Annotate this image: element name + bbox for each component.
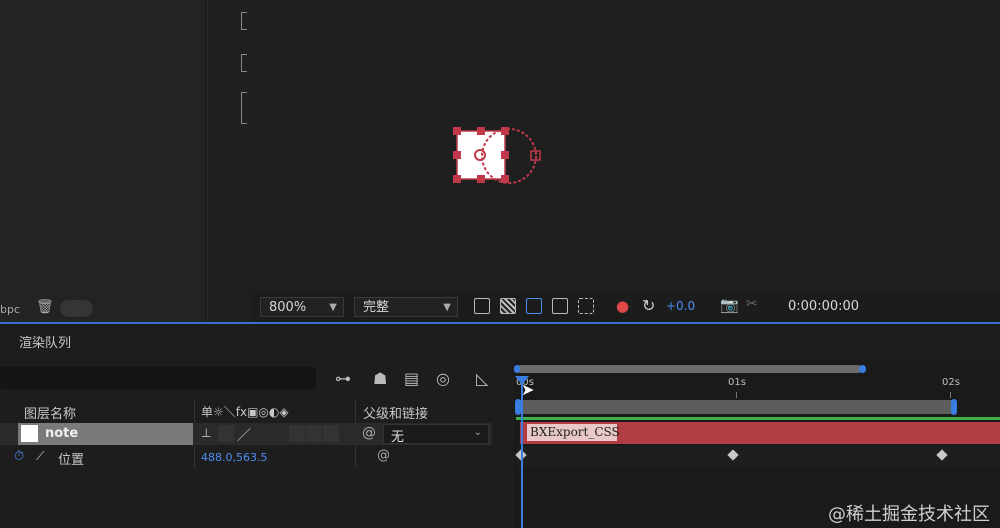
shy-layers-icon[interactable]: ☗: [373, 369, 387, 388]
layer-transform-gizmo[interactable]: [252, 0, 1000, 290]
panel-toggle[interactable]: [60, 300, 93, 317]
layer-color-swatch[interactable]: [21, 425, 38, 442]
resolution-value: 完整: [363, 300, 390, 315]
reset-exposure-icon[interactable]: ↻: [642, 296, 655, 315]
chevron-down-icon: ▼: [329, 302, 337, 313]
quality-switch-icon[interactable]: ／: [237, 425, 251, 445]
mouse-cursor-icon: ➤: [521, 380, 535, 399]
composition-viewer[interactable]: [252, 0, 1000, 290]
layer-name[interactable]: note: [45, 426, 78, 441]
transparency-grid-icon[interactable]: [500, 298, 516, 314]
ruler-label: 02s: [942, 377, 960, 388]
timecode-value: 0:00:00:00: [788, 299, 860, 314]
expression-pick-whip-icon[interactable]: @: [377, 448, 390, 463]
graph-icon[interactable]: ⟋: [36, 449, 44, 464]
fast-preview-icon[interactable]: [474, 298, 490, 314]
keyframe-row: [516, 446, 1000, 466]
property-name: 位置: [58, 453, 85, 468]
resolution-select[interactable]: 完整 ▼: [354, 297, 458, 317]
watermark: @稀土掘金技术社区: [828, 504, 990, 525]
position-value[interactable]: 488.0,563.5: [201, 451, 267, 464]
effect-switch[interactable]: [289, 425, 305, 442]
bit-depth-label[interactable]: bpc: [0, 303, 20, 316]
show-snapshot-icon[interactable]: ✂: [746, 296, 758, 312]
tab-render-queue[interactable]: 渲染队列: [19, 332, 71, 351]
comp-end-handle[interactable]: [951, 399, 957, 415]
bracket-icon: [241, 12, 247, 30]
trash-icon[interactable]: 🗑: [36, 299, 54, 315]
chevron-down-icon: ▼: [443, 302, 451, 313]
motion-blur-icon[interactable]: ◎: [436, 369, 450, 388]
bracket-icon: [241, 92, 247, 124]
timecode-display[interactable]: 0:00:00:00: [780, 297, 900, 317]
snapshot-icon[interactable]: 📷: [720, 296, 739, 314]
parent-column-header[interactable]: 父级和链接: [363, 403, 428, 422]
exposure-value[interactable]: +0.0: [666, 299, 695, 313]
effects-panel: [207, 0, 250, 322]
chevron-down-icon: ⌄: [473, 427, 482, 438]
zoom-select[interactable]: 800% ▼: [260, 297, 344, 317]
composition-flowchart-icon[interactable]: ⊶: [335, 369, 351, 388]
ruler-tick: [950, 392, 951, 398]
graph-editor-icon[interactable]: ◺: [476, 369, 488, 388]
collapse-switch[interactable]: [218, 425, 234, 442]
pick-whip-icon[interactable]: @: [362, 425, 376, 441]
ruler-label: 01s: [728, 377, 746, 388]
grid-guides-icon[interactable]: [578, 298, 594, 314]
composition-duration-bar[interactable]: [516, 400, 956, 414]
layer-search-input[interactable]: [0, 367, 316, 389]
parent-value: 无: [391, 430, 405, 445]
ruler-tick: [736, 392, 737, 398]
shy-switch-icon[interactable]: ⊥: [201, 426, 211, 440]
bracket-icon: [241, 54, 247, 72]
layer-bar-label: BXExport_CSS: [527, 424, 620, 441]
frame-blend-switch[interactable]: [306, 425, 322, 442]
stopwatch-icon[interactable]: ⏱: [14, 449, 24, 464]
viewer-toolbar: 800% ▼ 完整 ▼ ● ↻ +0.0 📷 ✂ 0:00:00:00: [252, 292, 1000, 322]
channel-icon[interactable]: ●: [616, 297, 629, 315]
render-queue-tab-bar: [0, 324, 1000, 358]
motion-blur-switch[interactable]: [323, 425, 339, 442]
label-color-line: [516, 417, 1000, 420]
switches-column-header[interactable]: 单☼＼fx▣◎◐◈: [201, 403, 289, 420]
work-area-end-handle[interactable]: [859, 365, 866, 373]
zoom-value: 800%: [269, 300, 307, 315]
frame-blending-icon[interactable]: ▤: [404, 369, 419, 388]
work-area-start-handle[interactable]: [514, 365, 520, 373]
project-panel: [0, 0, 205, 322]
mask-visibility-icon[interactable]: [526, 298, 542, 314]
work-area-bar[interactable]: [516, 365, 862, 373]
region-of-interest-icon[interactable]: [552, 298, 568, 314]
layer-name-column-header[interactable]: 图层名称: [24, 403, 76, 422]
